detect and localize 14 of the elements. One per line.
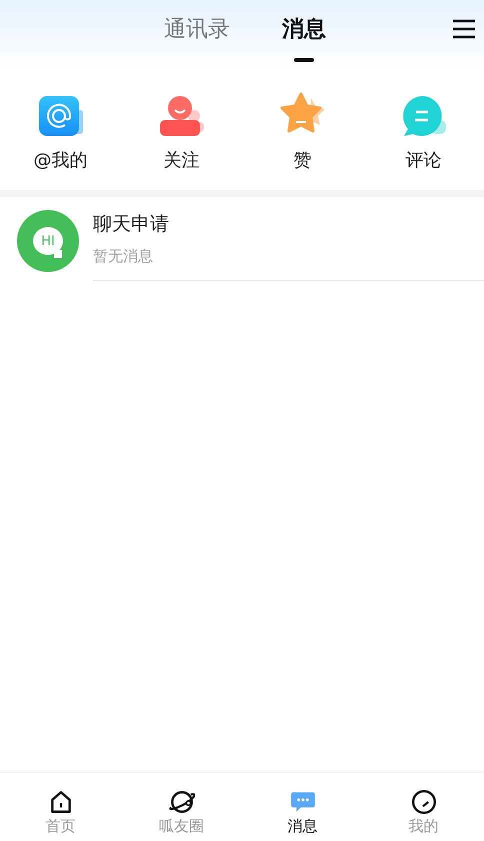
shortcut-label[interactable]: 关注: [164, 148, 200, 172]
circle-icon: [410, 789, 436, 815]
tab[interactable]: 通讯录: [164, 14, 230, 76]
conversation-row[interactable]: HI 聊天申请 暂无消息: [0, 197, 484, 281]
shortcut-label[interactable]: 赞: [294, 148, 312, 172]
menu-icon[interactable]: [452, 19, 476, 39]
nav-tab[interactable]: 消息: [242, 773, 363, 841]
conversation-title: 聊天申请: [93, 212, 170, 237]
avatar: HI: [17, 210, 79, 272]
planet-icon: [168, 789, 194, 815]
message-preview: 暂无消息: [93, 247, 154, 266]
shortcut-label[interactable]: @我的: [34, 148, 88, 172]
shortcut-label[interactable]: 评论: [406, 148, 442, 172]
tab[interactable]: 消息: [282, 14, 326, 76]
